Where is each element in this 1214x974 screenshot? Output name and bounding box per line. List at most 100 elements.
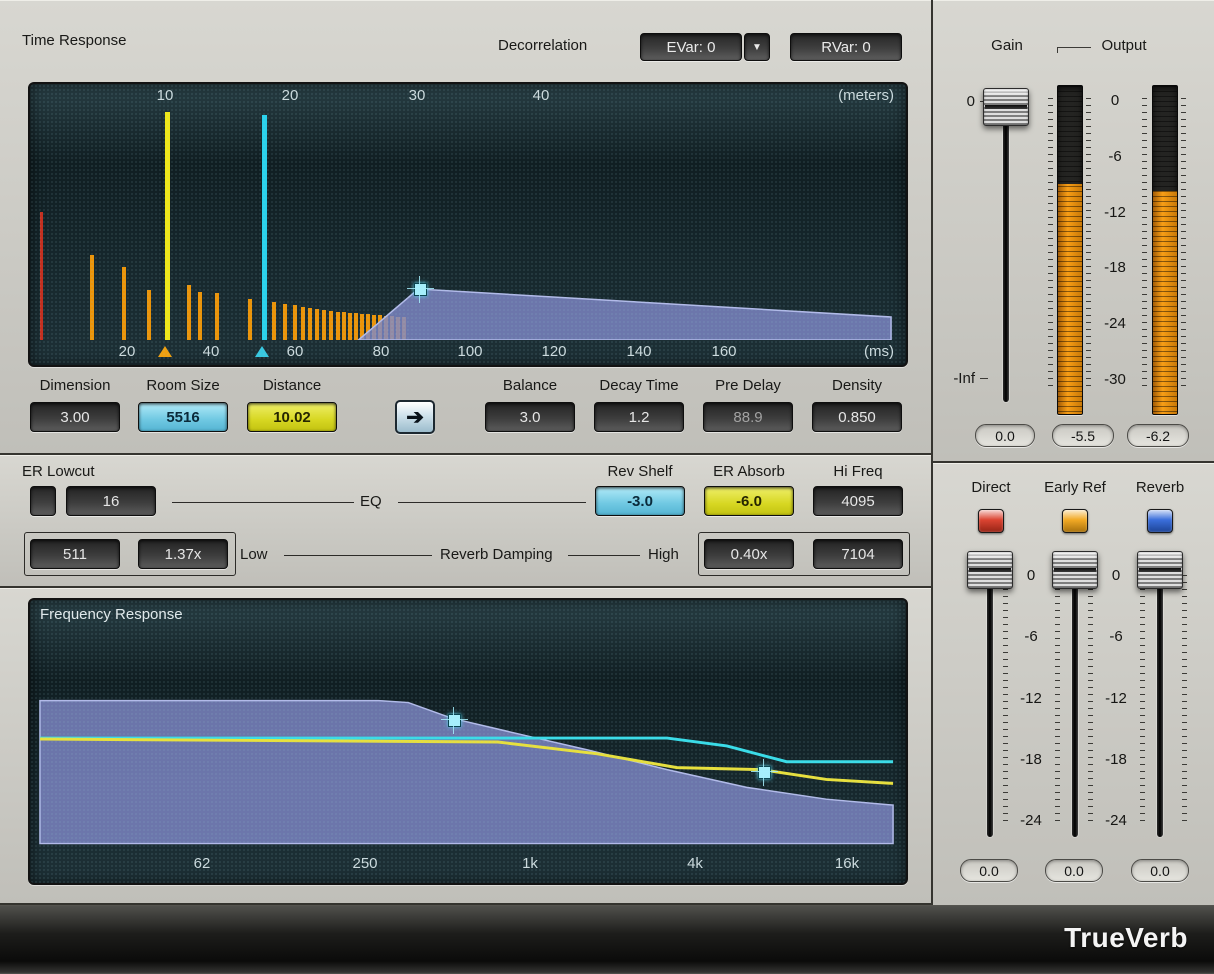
- time-response-title: Time Response: [22, 32, 127, 49]
- eq-panel: ER Lowcut 16 EQ Rev Shelf -3.0 ER Absorb…: [0, 455, 933, 588]
- er-absorb-value[interactable]: -6.0: [704, 486, 794, 516]
- pre-delay-value[interactable]: 88.9: [703, 402, 793, 432]
- er-lowcut-toggle[interactable]: [30, 486, 56, 516]
- damping-divider-line: [284, 555, 432, 556]
- scale-tick-label: -24: [1105, 812, 1127, 829]
- axis-tick-label: 40: [533, 87, 550, 104]
- direct-slider-thumb[interactable]: [967, 551, 1013, 589]
- damping-high-freq-value[interactable]: 7104: [813, 539, 903, 569]
- output-label: Output: [1093, 37, 1155, 54]
- output-bracket-line: [1057, 47, 1091, 48]
- early-ref-slider-track[interactable]: [1072, 559, 1078, 837]
- axis-tick-label: 60: [287, 343, 304, 360]
- param-pre-delay: Pre Delay 88.9: [703, 377, 793, 435]
- damping-divider-line: [568, 555, 640, 556]
- scale-tick-label: -6: [1108, 148, 1121, 165]
- mixer-panel: Direct Early Ref Reverb 0-6-12-18-24 0-6…: [933, 463, 1214, 905]
- rev-shelf-value[interactable]: -3.0: [595, 486, 685, 516]
- decay-time-value[interactable]: 1.2: [594, 402, 684, 432]
- evar-button[interactable]: EVar: 0: [640, 33, 742, 61]
- gain-label: Gain: [982, 37, 1032, 54]
- damping-low-ratio-value[interactable]: 1.37x: [138, 539, 228, 569]
- axis-tick-label: 30: [409, 87, 426, 104]
- balance-value[interactable]: 3.0: [485, 402, 575, 432]
- output-bracket-corner: [1057, 47, 1058, 53]
- meter-peak-left-readout[interactable]: -5.5: [1052, 424, 1114, 447]
- hi-freq-label: Hi Freq: [813, 463, 903, 480]
- axis-tick-label: 4k: [687, 855, 703, 872]
- plugin-brand-logo: TrueVerb: [1064, 922, 1188, 954]
- reverb-slider-track[interactable]: [1157, 559, 1163, 837]
- gain-slider-track[interactable]: [1003, 96, 1009, 402]
- direct-slider-track[interactable]: [987, 559, 993, 837]
- early-ref-readout[interactable]: 0.0: [1045, 859, 1103, 882]
- time-response-panel: Time Response Decorrelation EVar: 0 ▼ RV…: [0, 0, 933, 455]
- er-absorb-label: ER Absorb: [704, 463, 794, 480]
- freq-handle-2[interactable]: [758, 766, 771, 779]
- direct-readout[interactable]: 0.0: [960, 859, 1018, 882]
- param-distance: Distance 10.02: [247, 377, 337, 435]
- orange-position-marker[interactable]: [158, 346, 172, 357]
- distance-value[interactable]: 10.02: [247, 402, 337, 432]
- scale-tick-label: -6: [1109, 628, 1122, 645]
- scale-tick-label: -18: [1020, 751, 1042, 768]
- scale-tick-label: -12: [1104, 204, 1126, 221]
- axis-tick-label: 40: [203, 343, 220, 360]
- direct-mute-button[interactable]: [978, 509, 1004, 533]
- reverb-level-handle[interactable]: [414, 283, 427, 296]
- damping-high-label: High: [648, 546, 679, 563]
- gain-output-panel: Gain Output 0 -Inf 0-6-12-18-24-30 0.0 -…: [933, 0, 1214, 463]
- meter-tick-strip: [1048, 98, 1053, 388]
- reverb-damping-title: Reverb Damping: [440, 546, 553, 563]
- gain-scale-top: 0: [955, 93, 975, 110]
- reverb-envelope-area: [359, 289, 892, 340]
- dimension-value[interactable]: 3.00: [30, 402, 120, 432]
- axis-tick-label: 20: [282, 87, 299, 104]
- gain-readout[interactable]: 0.0: [975, 424, 1035, 447]
- scale-tick-label: -12: [1105, 690, 1127, 707]
- evar-dropdown-arrow[interactable]: ▼: [744, 33, 770, 61]
- gain-slider-thumb[interactable]: [983, 88, 1029, 126]
- transfer-arrow-button[interactable]: ➔: [395, 400, 435, 434]
- early-ref-label: Early Ref: [1033, 479, 1117, 496]
- scale-tick-label: -18: [1104, 259, 1126, 276]
- damping-low-label: Low: [240, 546, 268, 563]
- mixer-scale-left: 0-6-12-18-24: [1009, 567, 1053, 829]
- density-value[interactable]: 0.850: [812, 402, 902, 432]
- early-ref-mute-button[interactable]: [1062, 509, 1088, 533]
- direct-label: Direct: [961, 479, 1021, 496]
- chevron-down-icon: ▼: [752, 42, 762, 53]
- reverb-readout[interactable]: 0.0: [1131, 859, 1189, 882]
- scale-tick-label: -12: [1020, 690, 1042, 707]
- frequency-response-svg: [30, 600, 906, 883]
- reverb-mute-button[interactable]: [1147, 509, 1173, 533]
- cyan-position-marker[interactable]: [255, 346, 269, 357]
- early-ref-slider-thumb[interactable]: [1052, 551, 1098, 589]
- damping-high-ratio-value[interactable]: 0.40x: [704, 539, 794, 569]
- rvar-button[interactable]: RVar: 0: [790, 33, 902, 61]
- freq-handle-1[interactable]: [448, 714, 461, 727]
- mixer-tick-strip: [1182, 575, 1187, 827]
- damping-low-freq-value[interactable]: 511: [30, 539, 120, 569]
- frequency-response-title: Frequency Response: [40, 606, 183, 623]
- axis-tick-label: 120: [541, 343, 566, 360]
- scale-tick-label: -30: [1104, 371, 1126, 388]
- er-lowcut-value[interactable]: 16: [66, 486, 156, 516]
- meter-peak-right-readout[interactable]: -6.2: [1127, 424, 1189, 447]
- rev-shelf-label: Rev Shelf: [595, 463, 685, 480]
- time-response-plot[interactable]: [30, 110, 906, 340]
- room-size-value[interactable]: 5516: [138, 402, 228, 432]
- meter-fill: [1058, 184, 1082, 414]
- reverb-slider-thumb[interactable]: [1137, 551, 1183, 589]
- meter-tick-strip: [1142, 98, 1147, 388]
- mixer-tick-strip: [1140, 575, 1145, 827]
- eq-divider-line: [172, 502, 354, 503]
- frequency-response-graph[interactable]: Frequency Response 622501k4k16k: [28, 598, 908, 885]
- meters-axis: (meters) 10203040: [30, 84, 906, 110]
- time-response-graph[interactable]: (meters) 10203040 (ms) 20406080100120140…: [28, 82, 908, 367]
- scale-tick-label: -24: [1020, 812, 1042, 829]
- param-balance: Balance 3.0: [485, 377, 575, 435]
- axis-tick-label: 80: [373, 343, 390, 360]
- axis-tick-label: 100: [457, 343, 482, 360]
- hi-freq-value[interactable]: 4095: [813, 486, 903, 516]
